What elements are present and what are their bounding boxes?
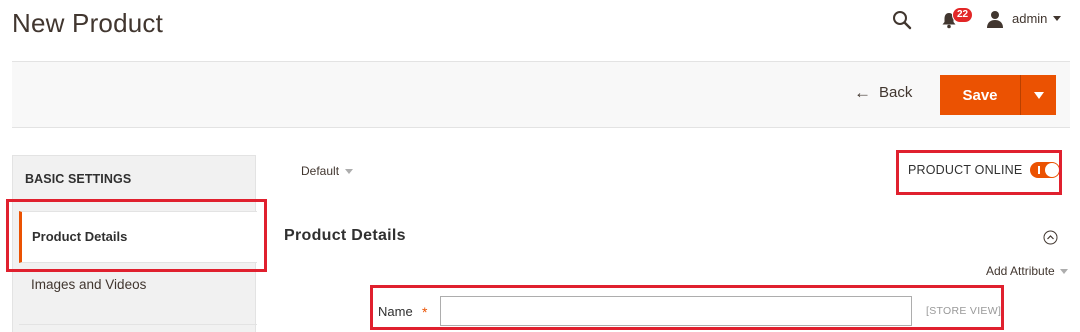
name-input[interactable]: [440, 296, 912, 326]
sidebar-item-images-and-videos[interactable]: Images and Videos: [31, 277, 146, 292]
toggle-knob: [1045, 163, 1060, 177]
user-menu-name[interactable]: admin: [1012, 11, 1047, 26]
user-icon[interactable]: [986, 10, 1004, 28]
add-attribute-button[interactable]: Add Attribute: [986, 264, 1068, 278]
sidebar-item-product-details[interactable]: Product Details: [19, 211, 257, 263]
search-icon[interactable]: [892, 10, 912, 30]
scope-switcher[interactable]: Default: [301, 164, 354, 178]
chevron-down-icon: [345, 168, 354, 174]
sidebar-divider: [19, 324, 257, 332]
back-button[interactable]: ← Back: [854, 84, 912, 101]
page-actions-bar: ← Back Save: [12, 61, 1070, 128]
add-attribute-label: Add Attribute: [986, 264, 1055, 278]
chevron-down-icon[interactable]: [1053, 16, 1061, 21]
page-title: New Product: [12, 8, 164, 38]
header-actions: 22 admin: [850, 0, 1080, 40]
save-button[interactable]: Save: [940, 75, 1020, 115]
sidebar-heading[interactable]: BASIC SETTINGS: [25, 172, 131, 186]
name-label: Name: [378, 304, 413, 319]
chevron-down-icon: [1033, 91, 1044, 99]
scope-label: Default: [301, 164, 340, 178]
sidebar-item-label: Product Details: [32, 229, 128, 244]
save-options-toggle[interactable]: [1020, 75, 1056, 115]
product-online-label: PRODUCT ONLINE: [908, 163, 1023, 177]
chevron-down-icon: [1059, 268, 1068, 274]
required-marker: *: [422, 304, 428, 320]
store-view-scope-label: [STORE VIEW]: [926, 305, 1002, 317]
section-title[interactable]: Product Details: [284, 227, 406, 245]
toggle-on-indicator: [1038, 166, 1041, 174]
collapse-up-icon[interactable]: [1043, 230, 1058, 245]
sidebar: BASIC SETTINGS Product Details Images an…: [12, 155, 257, 332]
product-online-toggle[interactable]: [1030, 162, 1061, 178]
product-online-switch: PRODUCT ONLINE: [908, 162, 1061, 178]
arrow-left-icon: ←: [854, 83, 871, 102]
back-button-label: Back: [879, 84, 913, 101]
notifications-badge[interactable]: 22: [952, 7, 974, 23]
